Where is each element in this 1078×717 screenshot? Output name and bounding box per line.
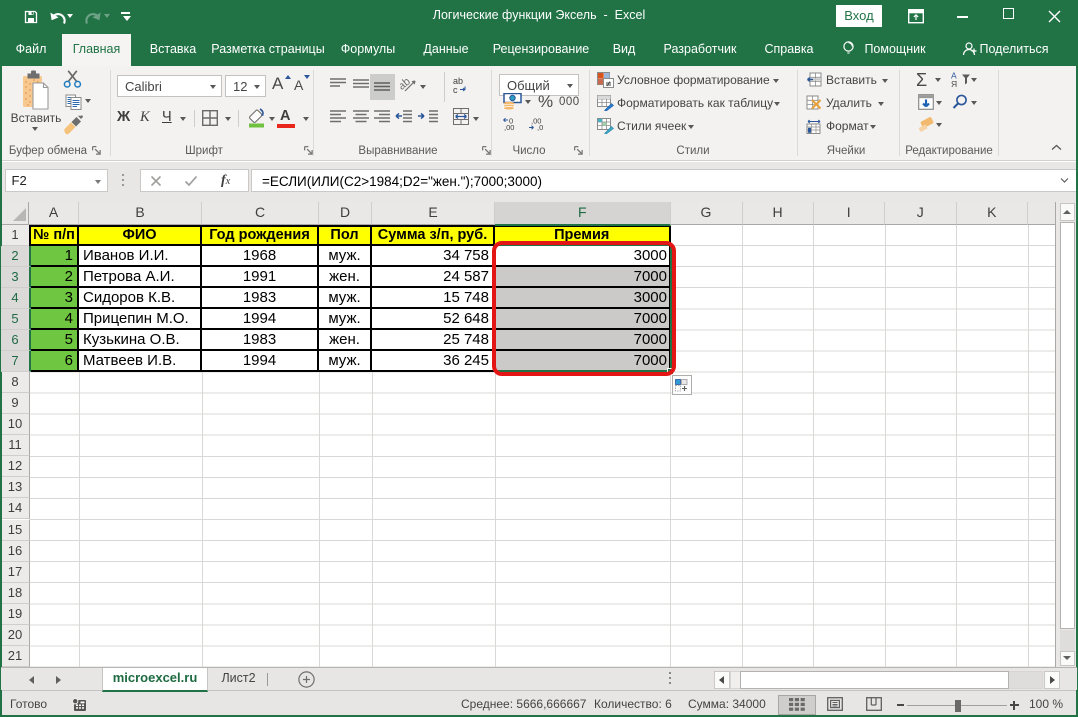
svg-text:Я: Я xyxy=(951,79,957,88)
svg-text:,0: ,0 xyxy=(537,123,543,131)
svg-text:c: c xyxy=(453,85,458,94)
svg-text:,00: ,00 xyxy=(504,123,514,131)
